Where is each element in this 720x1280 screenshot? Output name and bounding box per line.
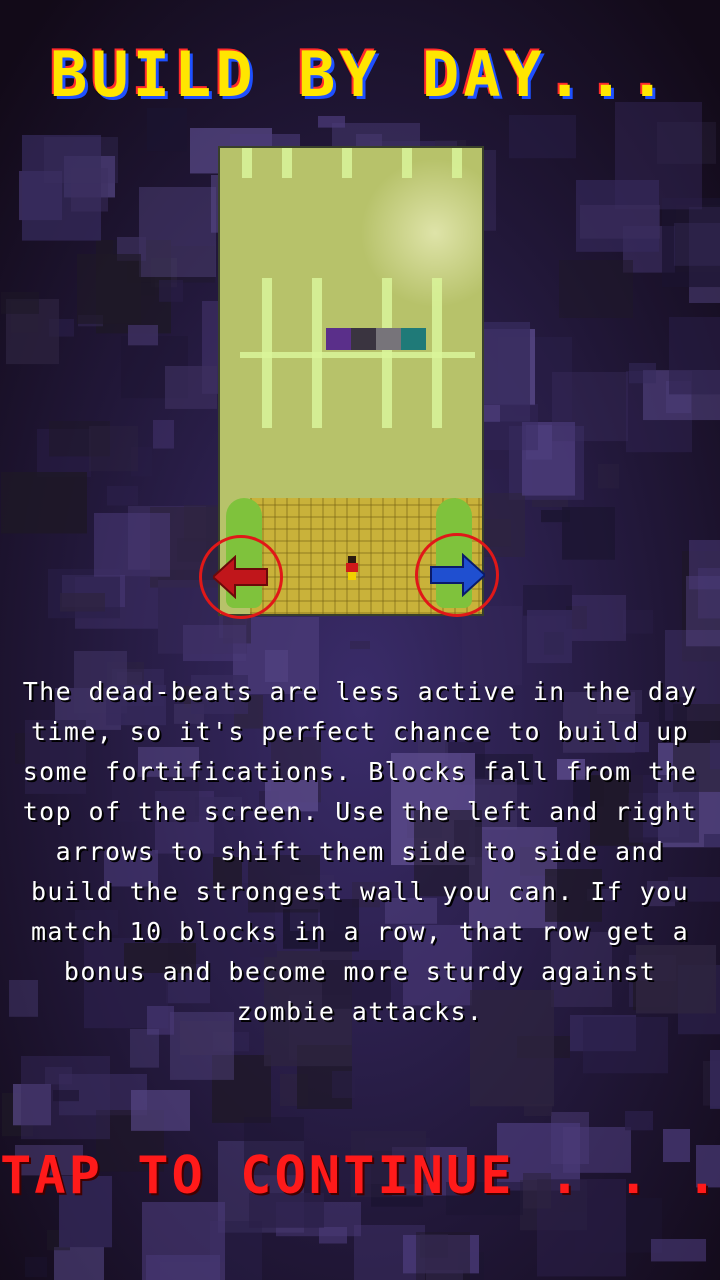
bg-pixel: [710, 1050, 720, 1109]
bg-pixel: [153, 420, 174, 449]
bg-pixel: [572, 595, 626, 641]
screen-title: BUILD BY DAY...: [50, 38, 670, 111]
falling-block-teal: [401, 328, 426, 350]
bg-pixel: [527, 610, 572, 664]
bg-pixel: [318, 116, 345, 128]
guide-rail: [452, 148, 462, 178]
bg-pixel: [54, 1247, 104, 1280]
bg-pixel: [580, 205, 660, 239]
falling-block-purple: [326, 328, 351, 350]
guide-rail: [282, 148, 292, 178]
bg-pixel: [25, 1257, 47, 1278]
bg-pixel: [165, 366, 217, 409]
bg-pixel: [53, 1090, 79, 1102]
bg-pixel: [623, 610, 653, 634]
bg-pixel: [416, 1232, 470, 1280]
bg-pixel: [89, 426, 138, 472]
bg-pixel: [77, 254, 141, 324]
bg-pixel: [60, 593, 105, 612]
bg-pixel: [629, 363, 656, 384]
bg-pixel: [1, 292, 39, 314]
bg-pixel: [669, 317, 720, 395]
bg-pixel: [159, 280, 183, 302]
bg-pixel: [146, 1255, 220, 1280]
bg-pixel: [71, 168, 108, 212]
bg-pixel: [332, 1071, 355, 1099]
bg-pixel: [481, 519, 511, 547]
guide-rail: [242, 148, 252, 178]
bg-pixel: [484, 404, 538, 451]
bg-pixel: [552, 372, 628, 442]
guide-rail: [402, 148, 412, 178]
instructions-text: The dead-beats are less active in the da…: [22, 677, 698, 1026]
bg-pixel: [651, 1239, 706, 1262]
bg-pixel: [625, 1111, 653, 1131]
bg-pixel: [710, 740, 720, 770]
right-arrow-button[interactable]: [415, 533, 499, 617]
falling-block-dark: [351, 328, 376, 350]
bg-pixel: [130, 1029, 159, 1068]
bg-pixel: [147, 108, 187, 152]
right-arrow-icon: [430, 553, 485, 597]
guide-rail: [342, 148, 352, 178]
bg-pixel: [1, 472, 87, 534]
bg-pixel: [559, 260, 633, 318]
player-character: [346, 556, 358, 580]
left-arrow-button[interactable]: [199, 535, 283, 619]
bg-pixel: [562, 507, 615, 560]
bg-pixel: [139, 187, 216, 278]
bg-pixel: [598, 464, 619, 489]
left-arrow-icon: [213, 555, 268, 599]
guide-rail: [240, 352, 475, 358]
falling-block-grey: [376, 328, 401, 350]
bg-pixel: [131, 1090, 190, 1131]
bg-pixel: [674, 223, 720, 266]
bg-pixel: [107, 486, 138, 506]
tap-to-continue[interactable]: TAP TO CONTINUE . . .: [0, 1146, 720, 1206]
bg-pixel: [615, 102, 702, 210]
bg-pixel: [94, 513, 170, 577]
bg-pixel: [128, 325, 158, 346]
bg-pixel: [509, 115, 576, 159]
bg-pixel: [698, 568, 720, 619]
bg-pixel: [350, 641, 370, 650]
sun-glow: [360, 158, 482, 308]
bg-pixel: [704, 834, 720, 847]
